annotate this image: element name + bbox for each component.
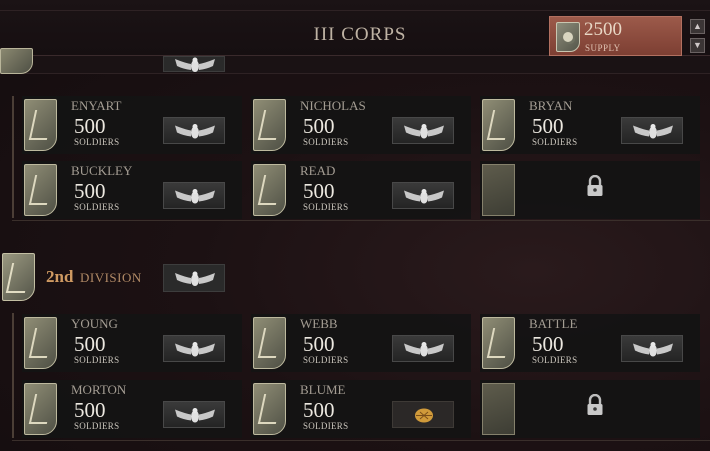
leaf-icon-glyph [415,408,433,423]
eagle-icon[interactable] [392,182,454,209]
brigade-unit-label: SOLDIERS [532,137,578,147]
supply-value: 2500 [584,19,622,40]
leaf-icon[interactable] [392,401,454,428]
eagle-icon[interactable] [163,117,225,144]
brigade-soldiers: 500 [532,332,564,356]
division-1-header-partial [0,48,710,74]
brigade-name: MORTON [71,382,127,397]
brigade-badge-icon [24,383,57,435]
division-1-badge-icon [0,48,33,74]
brigade-soldiers: 500 [74,398,106,422]
scroll-up-button[interactable]: ▲ [690,19,705,34]
brigade-soldiers: 500 [532,114,564,138]
lock-icon [587,394,603,415]
eagle-glyph [175,124,215,139]
brigade-name: BLUME [300,382,346,397]
eagle-icon[interactable] [163,264,225,292]
brigade-badge-icon [24,317,57,369]
eagle-glyph [633,342,673,357]
brigade-card-enyart[interactable]: ENYART 500 SOLDIERS [22,96,242,154]
brigade-card-nicholas[interactable]: NICHOLAS 500 SOLDIERS [251,96,471,154]
brigade-unit-label: SOLDIERS [74,137,120,147]
empty-slot-badge [482,383,515,435]
eagle-icon[interactable] [163,335,225,362]
division-label: DIVISION [80,270,142,285]
eagle-glyph [404,342,444,357]
brigade-soldiers: 500 [303,179,335,203]
division-2-badge-icon [2,253,35,301]
eagle-glyph [175,189,215,204]
brigade-badge-icon [24,99,57,151]
division-1-eagle-button[interactable] [163,56,225,72]
brigade-card-blume[interactable]: BLUME 500 SOLDIERS [251,380,471,438]
brigade-soldiers: 500 [303,114,335,138]
brigade-slot-locked[interactable] [480,380,700,438]
brigade-badge-icon [482,99,515,151]
brigade-badge-icon [253,317,286,369]
brigade-badge-icon [482,317,515,369]
brigade-card-buckley[interactable]: BUCKLEY 500 SOLDIERS [22,161,242,219]
eagle-glyph [404,189,444,204]
lock-icon [587,175,603,196]
brigade-card-bryan[interactable]: BRYAN 500 SOLDIERS [480,96,700,154]
brigade-name: BRYAN [529,98,573,113]
division-1-divider [12,220,710,221]
brigade-badge-icon [253,99,286,151]
brigade-unit-label: SOLDIERS [303,421,349,431]
brigade-unit-label: SOLDIERS [74,421,120,431]
brigade-name: ENYART [71,98,122,113]
brigade-unit-label: SOLDIERS [303,202,349,212]
eagle-glyph [633,124,673,139]
empty-slot-badge [482,164,515,216]
eagle-icon[interactable] [392,335,454,362]
brigade-name: NICHOLAS [300,98,366,113]
brigade-name: WEBB [300,316,338,331]
brigade-soldiers: 500 [74,114,106,138]
brigade-unit-label: SOLDIERS [303,355,349,365]
brigade-name: BATTLE [529,316,578,331]
brigade-name: BUCKLEY [71,163,133,178]
brigade-badge-icon [24,164,57,216]
brigade-soldiers: 500 [74,179,106,203]
brigade-unit-label: SOLDIERS [74,202,120,212]
corps-header: III CORPS 2500 SUPPLY ▲ ▼ [0,0,710,56]
eagle-icon[interactable] [621,335,683,362]
division-2-header: 2nd DIVISION [0,250,710,301]
eagle-icon[interactable] [392,117,454,144]
division-number: 2nd [46,267,74,286]
scroll-down-button[interactable]: ▼ [690,38,705,53]
brigade-name: YOUNG [71,316,118,331]
brigade-card-battle[interactable]: BATTLE 500 SOLDIERS [480,314,700,372]
brigade-unit-label: SOLDIERS [74,355,120,365]
brigade-name: READ [300,163,336,178]
brigade-card-read[interactable]: READ 500 SOLDIERS [251,161,471,219]
supply-label: SUPPLY [585,43,621,53]
brigade-slot-locked[interactable] [480,161,700,219]
eagle-icon[interactable] [621,117,683,144]
brigade-soldiers: 500 [74,332,106,356]
brigade-card-webb[interactable]: WEBB 500 SOLDIERS [251,314,471,372]
eagle-glyph [175,342,215,357]
brigade-soldiers: 500 [303,398,335,422]
brigade-soldiers: 500 [303,332,335,356]
eagle-glyph [175,57,215,72]
brigade-badge-icon [253,383,286,435]
eagle-glyph [404,124,444,139]
division-2-divider [12,440,710,441]
eagle-icon[interactable] [163,401,225,428]
eagle-icon[interactable] [163,182,225,209]
eagle-glyph [175,408,215,423]
eagle-glyph [175,271,215,286]
brigade-unit-label: SOLDIERS [532,355,578,365]
header-divider [0,10,710,11]
brigade-card-morton[interactable]: MORTON 500 SOLDIERS [22,380,242,438]
brigade-card-young[interactable]: YOUNG 500 SOLDIERS [22,314,242,372]
brigade-badge-icon [253,164,286,216]
brigade-unit-label: SOLDIERS [303,137,349,147]
supply-panel: 2500 SUPPLY [549,16,682,56]
supply-icon [556,22,580,52]
